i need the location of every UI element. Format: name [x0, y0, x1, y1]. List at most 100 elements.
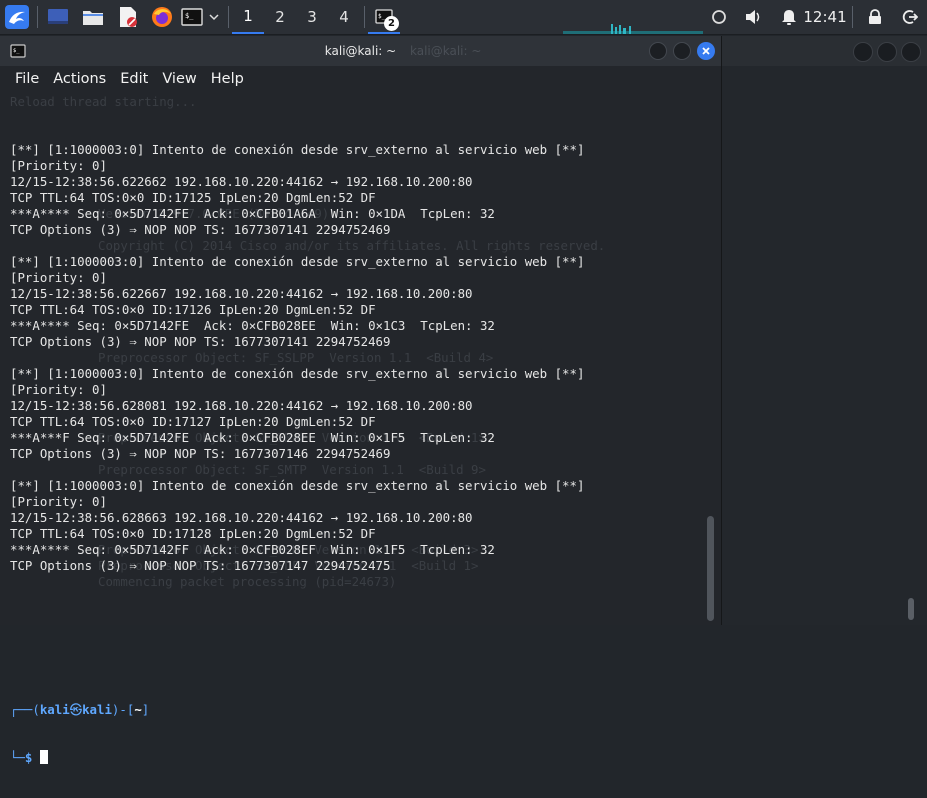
show-desktop-button[interactable] — [45, 0, 71, 34]
maximize-button[interactable] — [673, 42, 691, 60]
lock-screen-button[interactable] — [864, 0, 886, 34]
task-count-badge: 2 — [384, 16, 399, 31]
terminal-line: 12/15-12:38:56.622662 192.168.10.220:441… — [10, 174, 473, 189]
launcher-dropdown[interactable] — [205, 0, 223, 34]
terminal-line: 12/15-12:38:56.628081 192.168.10.220:441… — [10, 398, 473, 413]
text-editor-launcher[interactable] — [115, 0, 141, 34]
prompt-at: ㉿ — [69, 702, 83, 717]
terminal-line: [Priority: 0] — [10, 382, 107, 397]
prompt-corner: └─ — [10, 750, 25, 765]
panel-separator — [37, 6, 38, 28]
terminal-line: [Priority: 0] — [10, 494, 107, 509]
terminal-line: TCP Options (3) ⇒ NOP NOP TS: 1677307147… — [10, 558, 391, 573]
lock-icon — [869, 9, 881, 24]
ghost-text: Reload thread starting... — [10, 94, 197, 109]
menu-actions[interactable]: Actions — [46, 66, 113, 92]
terminal-spacer — [10, 606, 700, 622]
terminal-line: ***A**** Seq: 0×5D7142FE Ack: 0×CFB028EE… — [10, 318, 495, 333]
terminal-launcher[interactable]: $_ — [179, 0, 205, 34]
firefox-launcher[interactable] — [149, 0, 175, 34]
text-editor-icon — [120, 7, 137, 27]
menu-help[interactable]: Help — [204, 66, 251, 92]
logout-button[interactable] — [899, 0, 921, 34]
prompt-path: ~ — [134, 702, 142, 717]
circle-progress-icon — [712, 10, 726, 24]
desktop-icon — [48, 9, 68, 24]
workspace-1[interactable]: 1 — [232, 0, 264, 34]
prompt-end: ] — [141, 702, 150, 717]
workspace-2[interactable]: 2 — [264, 0, 296, 34]
close-icon — [702, 47, 710, 55]
kali-menu-button[interactable] — [2, 0, 32, 34]
background-window-title: kali@kali: ~ — [410, 44, 482, 58]
terminal-line: TCP TTL:64 TOS:0×0 ID:17125 IpLen:20 Dgm… — [10, 190, 376, 205]
background-window-body — [722, 66, 927, 625]
terminal-line: [**] [1:1000003:0] Intento de conexión d… — [10, 254, 585, 269]
terminal-scrollbar[interactable] — [707, 516, 714, 621]
workspace-4[interactable]: 4 — [328, 0, 360, 34]
close-button[interactable] — [697, 42, 715, 60]
terminal-spacer — [10, 654, 700, 670]
workspace-3[interactable]: 3 — [296, 0, 328, 34]
prompt-close: )-[ — [111, 702, 135, 717]
terminal-line: [**] [1:1000003:0] Intento de conexión d… — [10, 478, 585, 493]
panel-separator — [852, 6, 853, 28]
menu-view[interactable]: View — [155, 66, 203, 92]
menu-edit[interactable]: Edit — [113, 66, 155, 92]
terminal-line: TCP TTL:64 TOS:0×0 ID:17126 IpLen:20 Dgm… — [10, 302, 376, 317]
terminal-line: [**] [1:1000003:0] Intento de conexión d… — [10, 366, 585, 381]
prompt-host: kali — [82, 702, 112, 717]
firefox-icon — [152, 7, 172, 27]
notifications-button[interactable] — [778, 0, 800, 34]
prompt-open: ┌──( — [10, 702, 40, 717]
terminal-output[interactable]: [**] [1:1000003:0] Intento de conexión d… — [10, 110, 700, 765]
terminal-line: ***A***F Seq: 0×5D7142FE Ack: 0×CFB028EE… — [10, 430, 495, 445]
menu-file[interactable]: File — [8, 66, 46, 92]
background-scrollbar[interactable] — [908, 598, 914, 620]
window-titlebar[interactable]: $_ kali@kali: ~ kali@kali: ~ — [0, 36, 721, 66]
terminal-line: 12/15-12:38:56.622667 192.168.10.220:441… — [10, 286, 473, 301]
background-minimize-button[interactable] — [853, 42, 873, 62]
terminal-line: [**] [1:1000003:0] Intento de conexión d… — [10, 142, 585, 157]
folder-icon — [83, 11, 103, 25]
terminal-line: 12/15-12:38:56.628663 192.168.10.220:441… — [10, 510, 473, 525]
terminal-line: ***A**** Seq: 0×5D7142FF Ack: 0×CFB028EF… — [10, 542, 495, 557]
logout-icon — [902, 10, 918, 24]
terminal-line: TCP TTL:64 TOS:0×0 ID:17127 IpLen:20 Dgm… — [10, 414, 376, 429]
window-title: kali@kali: ~ — [324, 44, 397, 58]
prompt-line-2: └─$ — [10, 750, 700, 766]
text-cursor — [39, 750, 48, 764]
panel-separator — [228, 6, 229, 28]
volume-icon — [746, 10, 760, 24]
terminal-line: [Priority: 0] — [10, 158, 107, 173]
menu-bar: File Actions Edit View Help — [0, 66, 721, 92]
terminal-line: TCP Options (3) ⇒ NOP NOP TS: 1677307146… — [10, 446, 391, 461]
updates-indicator[interactable] — [708, 0, 730, 34]
terminal-window: $_ kali@kali: ~ kali@kali: ~ File Action… — [0, 36, 722, 765]
terminal-line: TCP Options (3) ⇒ NOP NOP TS: 1677307141… — [10, 334, 391, 349]
file-manager-launcher[interactable] — [80, 0, 106, 34]
terminal-icon: $_ — [181, 8, 203, 26]
chevron-down-icon — [209, 14, 219, 21]
prompt-user: kali — [39, 702, 70, 717]
prompt-line-1: ┌──(kali㉿kali)-[~] — [10, 702, 700, 718]
panel-separator — [364, 6, 365, 28]
terminal-lines: [**] [1:1000003:0] Intento de conexión d… — [10, 142, 700, 574]
terminal-line: ***A**** Seq: 0×5D7142FE Ack: 0×CFB01A6A… — [10, 206, 495, 221]
terminal-line: TCP TTL:64 TOS:0×0 ID:17128 IpLen:20 Dgm… — [10, 526, 376, 541]
network-graph — [563, 24, 703, 34]
bell-icon — [782, 9, 796, 25]
terminal-line: [Priority: 0] — [10, 270, 107, 285]
volume-button[interactable] — [742, 0, 766, 34]
background-maximize-button[interactable] — [877, 42, 897, 62]
background-close-button[interactable] — [901, 42, 921, 62]
minimize-button[interactable] — [649, 42, 667, 60]
top-panel: $_ 1 2 3 4 $_ 2 12:41 — [0, 0, 927, 35]
svg-text:$_: $_ — [185, 12, 194, 20]
terminal-line: TCP Options (3) ⇒ NOP NOP TS: 1677307141… — [10, 222, 391, 237]
prompt-symbol: $ — [24, 750, 33, 765]
clock[interactable]: 12:41 — [803, 0, 846, 34]
